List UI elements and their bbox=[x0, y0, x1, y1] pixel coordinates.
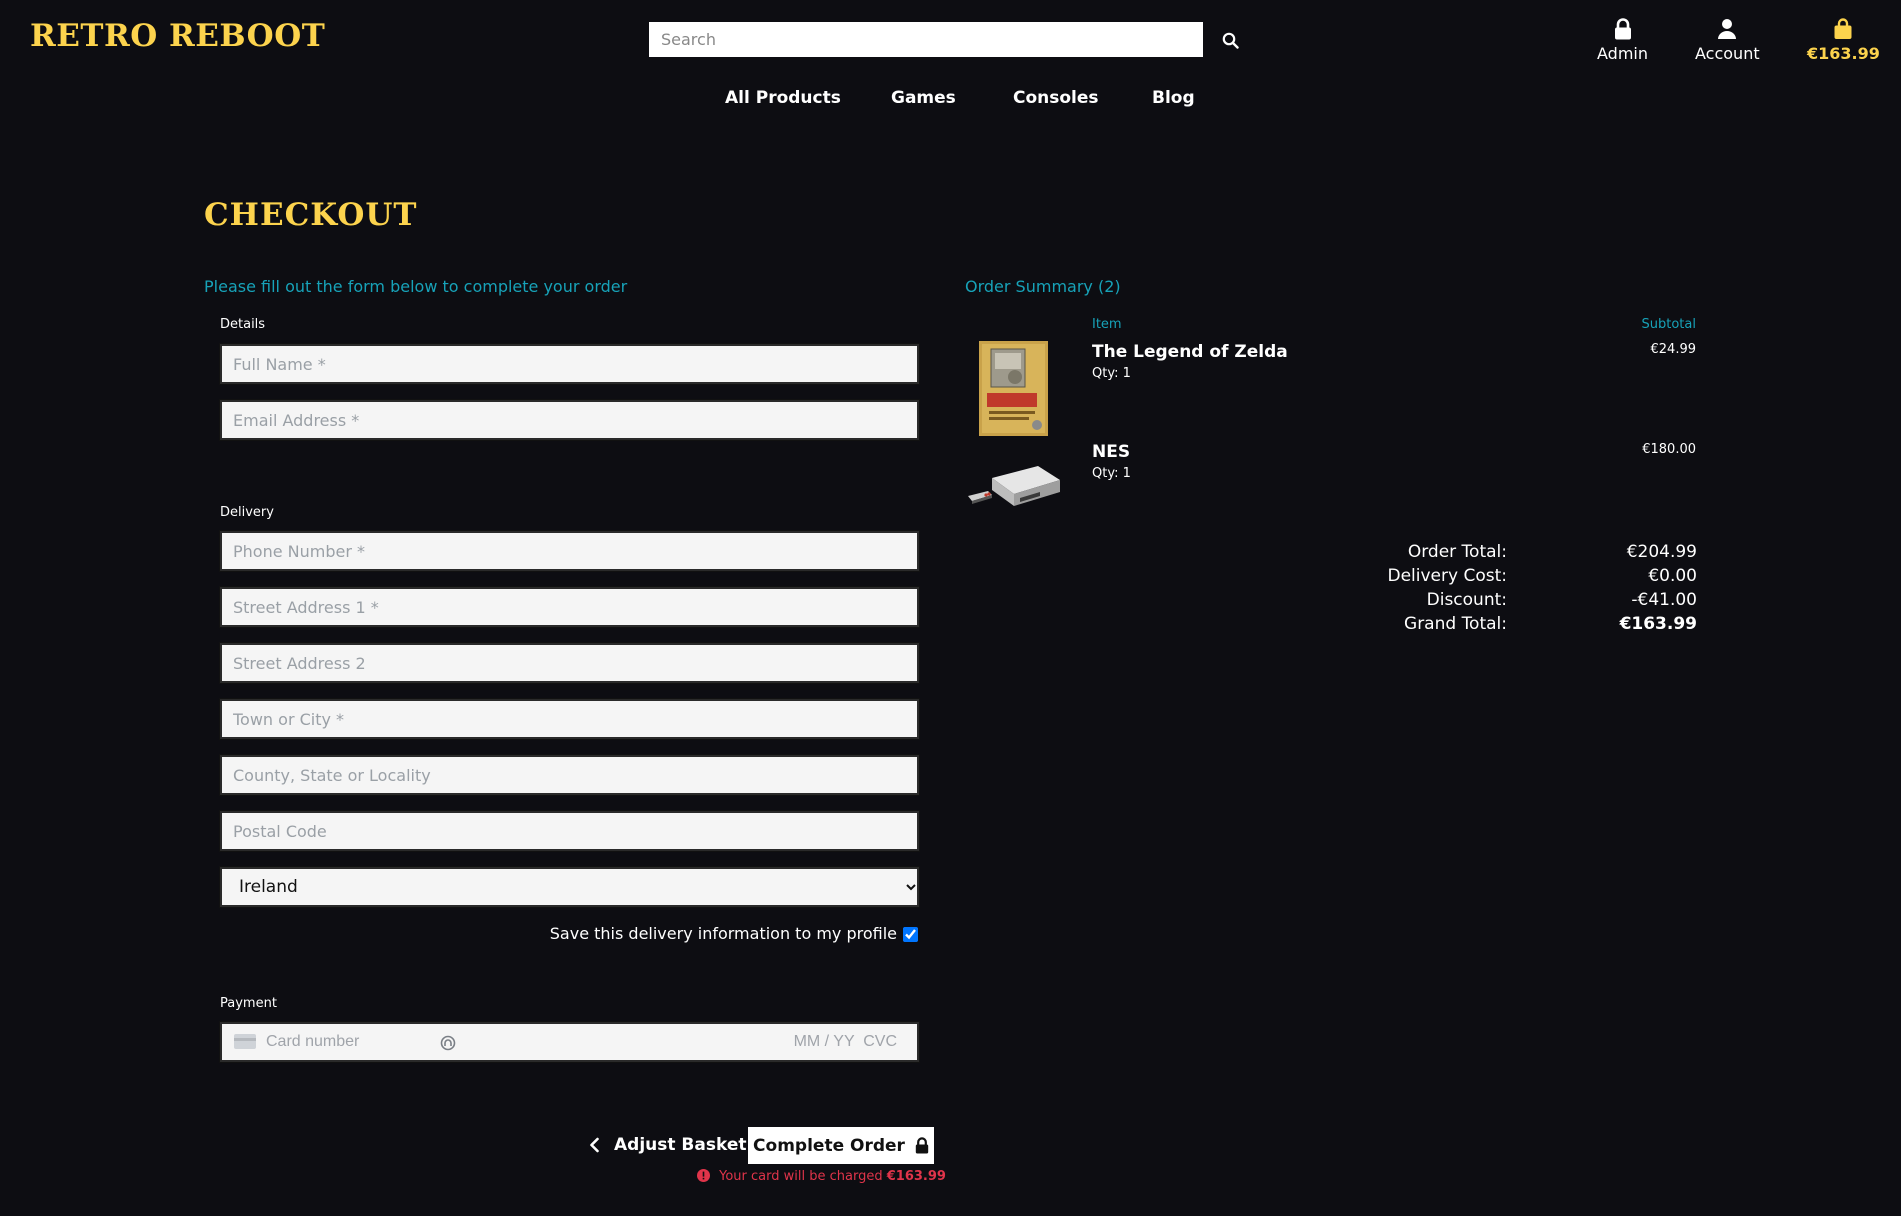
street-address-1-field[interactable] bbox=[219, 586, 920, 628]
nav-blog[interactable]: Blog bbox=[1152, 88, 1195, 108]
admin-label: Admin bbox=[1597, 44, 1648, 63]
search-icon bbox=[1222, 32, 1239, 49]
card-number-placeholder: Card number bbox=[266, 1033, 360, 1050]
nav-all-products[interactable]: All Products bbox=[725, 88, 841, 108]
delivery-cost-label: Delivery Cost: bbox=[1387, 566, 1508, 586]
grand-total-row: Grand Total: €163.99 bbox=[1300, 614, 1697, 638]
charge-amount: €163.99 bbox=[886, 1169, 946, 1184]
postal-code-field[interactable] bbox=[219, 810, 920, 852]
autofill-icon bbox=[440, 1035, 456, 1051]
street-address-2-field[interactable] bbox=[219, 642, 920, 684]
save-info-row: Save this delivery information to my pro… bbox=[220, 924, 921, 945]
cart-item-qty: Qty: 1 bbox=[1092, 466, 1131, 481]
charge-notice: Your card will be charged €163.99 bbox=[697, 1169, 946, 1184]
basket-link[interactable]: €163.99 bbox=[1807, 14, 1880, 63]
credit-card-icon bbox=[234, 1034, 256, 1049]
cart-item-subtotal: €24.99 bbox=[1650, 342, 1697, 357]
alert-circle-icon bbox=[697, 1169, 710, 1182]
county-field[interactable] bbox=[219, 754, 920, 796]
order-total-value: €204.99 bbox=[1626, 542, 1697, 562]
cart-item-name[interactable]: NES bbox=[1092, 442, 1130, 462]
discount-label: Discount: bbox=[1426, 590, 1507, 610]
shopping-bag-icon bbox=[1834, 18, 1852, 39]
zelda-box-art[interactable] bbox=[979, 341, 1048, 436]
grand-total-value: €163.99 bbox=[1619, 614, 1697, 634]
nes-console-picture bbox=[968, 466, 1060, 506]
complete-order-button[interactable]: Complete Order bbox=[748, 1127, 934, 1164]
country-select[interactable]: Ireland bbox=[219, 866, 920, 908]
zelda-cover-image bbox=[979, 341, 1048, 436]
nes-console-image[interactable] bbox=[966, 460, 1062, 516]
order-summary-title: Order Summary (2) bbox=[965, 277, 1121, 296]
delivery-label: Delivery bbox=[220, 505, 274, 520]
order-totals: Order Total: €204.99 Delivery Cost: €0.0… bbox=[1300, 542, 1698, 638]
cart-item-qty: Qty: 1 bbox=[1092, 366, 1131, 381]
account-label: Account bbox=[1695, 44, 1760, 63]
lock-icon bbox=[1614, 18, 1631, 40]
cart-item-subtotal: €180.00 bbox=[1642, 442, 1696, 457]
col-header-item: Item bbox=[1092, 317, 1122, 332]
discount-value: -€41.00 bbox=[1631, 590, 1697, 610]
search-input[interactable] bbox=[649, 22, 1203, 57]
email-field[interactable] bbox=[219, 399, 920, 441]
save-info-checkbox[interactable] bbox=[903, 927, 918, 942]
form-intro: Please fill out the form below to comple… bbox=[204, 277, 628, 296]
card-expiry-cvc-placeholder: MM / YY CVC bbox=[793, 1033, 897, 1050]
order-total-label: Order Total: bbox=[1407, 542, 1507, 562]
site-logo[interactable]: RETRO REBOOT bbox=[30, 18, 325, 54]
full-name-field[interactable] bbox=[219, 343, 920, 385]
user-icon bbox=[1718, 19, 1737, 39]
admin-link[interactable]: Admin bbox=[1597, 14, 1648, 63]
phone-field[interactable] bbox=[219, 530, 920, 572]
nav-consoles[interactable]: Consoles bbox=[1013, 88, 1099, 108]
search-button[interactable] bbox=[1215, 26, 1245, 54]
top-header: RETRO REBOOT Admin Account bbox=[0, 0, 1901, 80]
save-info-label: Save this delivery information to my pro… bbox=[549, 924, 897, 943]
lock-icon bbox=[915, 1137, 929, 1154]
town-city-field[interactable] bbox=[219, 698, 920, 740]
delivery-cost-row: Delivery Cost: €0.00 bbox=[1300, 566, 1698, 590]
nav-games[interactable]: Games bbox=[891, 88, 956, 108]
col-header-subtotal: Subtotal bbox=[1641, 317, 1696, 332]
adjust-basket-button[interactable]: Adjust Basket bbox=[588, 1127, 746, 1163]
charge-text: Your card will be charged bbox=[719, 1169, 883, 1184]
card-element[interactable]: Card number MM / YY CVC bbox=[219, 1021, 920, 1063]
delivery-cost-value: €0.00 bbox=[1648, 566, 1697, 586]
order-total-row: Order Total: €204.99 bbox=[1300, 542, 1697, 566]
chevron-left-icon bbox=[590, 1137, 599, 1153]
account-link[interactable]: Account bbox=[1695, 14, 1760, 63]
search-bar bbox=[649, 22, 1239, 57]
adjust-basket-label: Adjust Basket bbox=[614, 1135, 747, 1155]
basket-total: €163.99 bbox=[1807, 44, 1880, 63]
cart-item-name[interactable]: The Legend of Zelda bbox=[1092, 342, 1288, 362]
payment-label: Payment bbox=[220, 996, 277, 1011]
grand-total-label: Grand Total: bbox=[1404, 614, 1507, 634]
details-label: Details bbox=[220, 317, 266, 332]
page-title: CHECKOUT bbox=[204, 197, 418, 233]
discount-row: Discount: -€41.00 bbox=[1300, 590, 1697, 614]
complete-order-label: Complete Order bbox=[753, 1135, 905, 1156]
